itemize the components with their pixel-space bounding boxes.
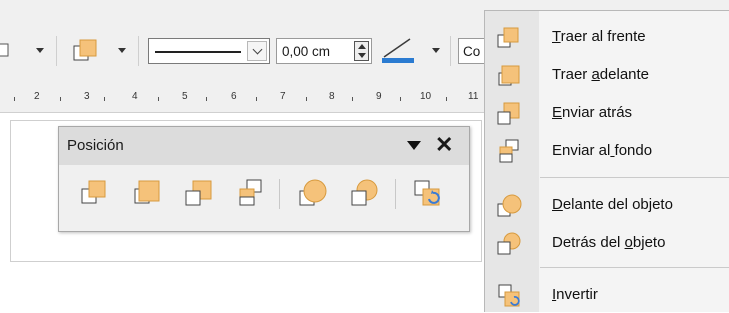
- menu-item-send-backward[interactable]: Enviar atrás: [485, 93, 729, 131]
- position-toolbar-title: Posición: [67, 137, 124, 154]
- position-floating-toolbar: Posición ✕: [58, 126, 470, 232]
- menu-item-label: Delante del objeto: [552, 196, 673, 213]
- ruler-number: 6: [231, 91, 237, 102]
- menu-item-reverse[interactable]: Invertir: [485, 275, 729, 313]
- menu-item-bring-forward[interactable]: Traer adelante: [485, 55, 729, 93]
- toolbar-separator: [138, 36, 139, 66]
- ruler-number: 5: [182, 91, 188, 102]
- line-width-value: 0,00 cm: [282, 44, 331, 59]
- menu-item-label: Enviar atrás: [552, 104, 633, 121]
- menu-item-label: Enviar al fondo: [552, 142, 653, 159]
- line-style-select[interactable]: [148, 38, 270, 64]
- send-to-back-icon: [497, 139, 523, 165]
- font-name-value: Co: [463, 44, 481, 59]
- menu-item-send-to-back[interactable]: Enviar al fondo: [485, 131, 729, 169]
- menu-item-label: Invertir: [552, 286, 598, 303]
- toolbar-separator: [450, 36, 451, 66]
- ruler-number: 9: [376, 91, 382, 102]
- menu-item-in-front-of-object[interactable]: Delante del objeto: [485, 185, 729, 223]
- menu-item-label: Traer adelante: [552, 66, 650, 83]
- arrange-shape-icon-partial[interactable]: [0, 36, 14, 64]
- arrange-context-menu: Traer al frente Traer adelante Enviar at…: [484, 10, 729, 312]
- position-toolbar-titlebar[interactable]: Posición ✕: [59, 127, 469, 165]
- ruler-number: 2: [34, 91, 40, 102]
- ruler-number: 7: [280, 91, 286, 102]
- ruler-number: 3: [84, 91, 90, 102]
- line-width-field[interactable]: 0,00 cm: [276, 38, 372, 64]
- close-icon[interactable]: ✕: [435, 133, 453, 157]
- arrange-dropdown-arrow[interactable]: [36, 36, 44, 64]
- line-style-dropdown-button[interactable]: [247, 41, 267, 61]
- line-color-icon[interactable]: [380, 36, 420, 64]
- ruler-number: 8: [329, 91, 335, 102]
- menu-item-label: Traer al frente: [552, 28, 646, 45]
- toolbar-menu-arrow-icon[interactable]: [407, 141, 421, 150]
- in-front-of-object-button[interactable]: [297, 177, 329, 209]
- toolbar-separator: [279, 179, 280, 209]
- menu-separator: [540, 267, 729, 268]
- reverse-button[interactable]: [411, 177, 443, 209]
- bring-to-front-button[interactable]: [79, 177, 111, 209]
- line-style-preview: [155, 51, 241, 53]
- send-to-back-button[interactable]: [235, 177, 267, 209]
- menu-item-behind-object[interactable]: Detrás del objeto: [485, 223, 729, 261]
- toolbar-separator: [56, 36, 57, 66]
- behind-object-button[interactable]: [349, 177, 381, 209]
- reverse-icon: [497, 283, 523, 309]
- ruler-number: 4: [132, 91, 138, 102]
- in-front-of-object-icon: [497, 193, 523, 219]
- send-backward-icon: [497, 101, 523, 127]
- menu-item-label: Detrás del objeto: [552, 234, 666, 251]
- position-dropdown-arrow[interactable]: [118, 36, 126, 64]
- bring-forward-icon: [497, 63, 523, 89]
- menu-separator: [540, 177, 729, 178]
- send-backward-button[interactable]: [183, 177, 215, 209]
- bring-to-front-toolbar-icon[interactable]: [68, 36, 108, 64]
- bring-forward-button[interactable]: [131, 177, 163, 209]
- ruler-number: 10: [420, 91, 432, 102]
- line-color-dropdown-arrow[interactable]: [432, 36, 440, 64]
- toolbar-separator: [395, 179, 396, 209]
- line-width-spinner[interactable]: [354, 41, 369, 61]
- bring-to-front-icon: [497, 25, 523, 51]
- behind-object-icon: [497, 231, 523, 257]
- menu-item-bring-to-front[interactable]: Traer al frente: [485, 17, 729, 55]
- ruler-number: 11: [468, 91, 479, 102]
